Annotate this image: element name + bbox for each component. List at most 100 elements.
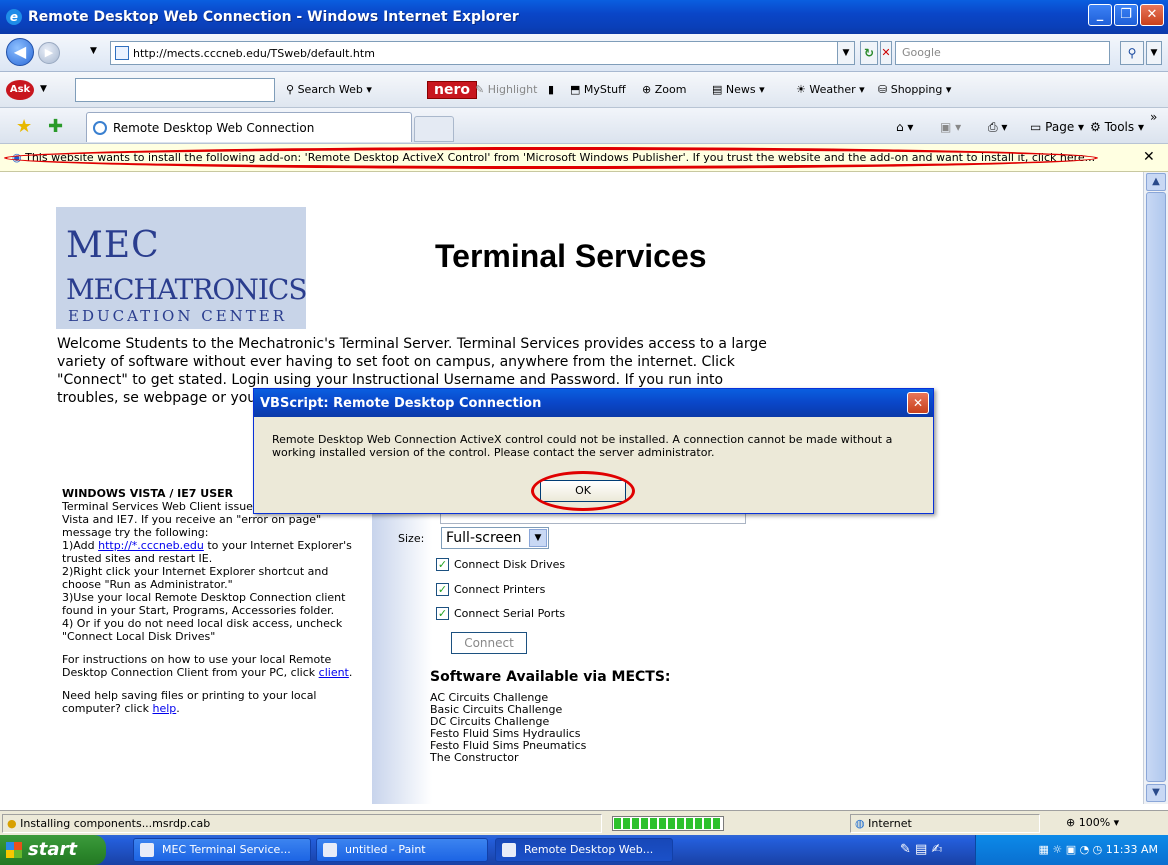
dialog-title[interactable]: VBScript: Remote Desktop Connection: [254, 389, 933, 417]
clock[interactable]: 11:33 AM: [1106, 843, 1158, 856]
task-mec-terminal[interactable]: MEC Terminal Service...: [133, 838, 311, 862]
size-value: Full-screen: [446, 530, 522, 546]
task-paint[interactable]: untitled - Paint: [316, 838, 488, 862]
check-icon: ✓: [436, 558, 449, 571]
connect-button[interactable]: Connect: [451, 632, 527, 654]
logo-edu-text: EDUCATION CENTER: [68, 307, 288, 325]
status-bar: ● Installing components...msrdp.cab ◍ In…: [0, 810, 1168, 835]
scroll-thumb[interactable]: [1146, 192, 1166, 782]
refresh-button[interactable]: ↻: [860, 41, 878, 65]
cb-printers-label: Connect Printers: [454, 583, 546, 596]
status-text: Installing components...msrdp.cab: [20, 817, 211, 830]
progress-fill: [614, 818, 722, 829]
task-remote-desktop[interactable]: Remote Desktop Web...: [495, 838, 673, 862]
ie-logo-icon: e: [6, 9, 22, 25]
forward-button[interactable]: ▶: [38, 42, 60, 64]
page-menu-label: Page: [1045, 120, 1075, 134]
task-label: untitled - Paint: [345, 843, 426, 856]
feeds-icon[interactable]: ▣ ▾: [940, 120, 961, 134]
system-tray: ▦ ☼ ▣ ◔ ◷ 11:33 AM: [975, 835, 1168, 865]
ask-search-input[interactable]: [75, 78, 275, 102]
chevron-more-icon[interactable]: »: [1150, 110, 1157, 124]
tools-menu[interactable]: ⚙ Tools ▾: [1090, 120, 1144, 134]
trusted-site-link[interactable]: http://*.cccneb.edu: [98, 539, 204, 552]
search-web-button[interactable]: ⚲ Search Web ▾: [286, 83, 372, 96]
tab-label: Remote Desktop Web Connection: [113, 120, 315, 135]
quicklaunch-icons[interactable]: ✎ ▤ ✍: [900, 842, 942, 857]
paint-icon: [323, 843, 337, 857]
help-end: .: [176, 702, 180, 715]
mystuff-button[interactable]: ⬒ MyStuff: [570, 83, 626, 96]
logo-mec-text: MEC: [66, 225, 160, 266]
ask-toolbar: Ask ▼ ⚲ Search Web ▾ nero ✎ Highlight ▮ …: [0, 72, 1168, 108]
highlight-label: Highlight: [487, 83, 538, 96]
back-button[interactable]: ◀: [6, 38, 34, 66]
close-button[interactable]: ✕: [1140, 4, 1164, 26]
maximize-button[interactable]: ❐: [1114, 4, 1138, 26]
page-icon: [115, 46, 129, 60]
zoom-level[interactable]: ⊕ 100% ▾: [1062, 814, 1162, 833]
software-list: AC Circuits Challenge Basic Circuits Cha…: [430, 692, 586, 764]
favorites-star-icon[interactable]: ★: [16, 116, 32, 137]
loading-icon: [93, 120, 107, 135]
ask-logo-icon[interactable]: Ask: [6, 80, 34, 100]
search-button[interactable]: ⚲: [1120, 41, 1144, 65]
help-link[interactable]: help: [152, 702, 176, 715]
tools-menu-label: Tools: [1104, 120, 1135, 134]
url-input[interactable]: http://mects.cccneb.edu/TSweb/default.ht…: [110, 41, 855, 65]
history-dropdown-icon[interactable]: ▼: [90, 46, 97, 56]
zoom-label: Zoom: [654, 83, 687, 96]
news-button[interactable]: ▤ News ▾: [712, 83, 765, 96]
information-bar[interactable]: ◉ This website wants to install the foll…: [0, 144, 1168, 172]
vertical-scrollbar[interactable]: ▲ ▼: [1143, 172, 1168, 804]
search-options-button[interactable]: ▼: [1146, 41, 1162, 65]
tab-remote-desktop[interactable]: Remote Desktop Web Connection: [86, 112, 412, 142]
nero-button[interactable]: nero: [427, 81, 477, 99]
home-icon[interactable]: ⌂ ▾: [896, 120, 913, 134]
instructions-text: For instructions on how to use your loca…: [62, 653, 332, 679]
ask-dropdown-icon[interactable]: ▼: [40, 84, 47, 94]
page-menu[interactable]: ▭ Page ▾: [1030, 120, 1084, 134]
step3-text: 3)Use your local Remote Desktop Connecti…: [62, 591, 346, 617]
search-input[interactable]: Google: [895, 41, 1110, 65]
shopping-button[interactable]: ⛁ Shopping ▾: [878, 83, 951, 96]
client-link[interactable]: client: [319, 666, 349, 679]
dialog-message: Remote Desktop Web Connection ActiveX co…: [272, 433, 893, 459]
zone-cell[interactable]: ◍ Internet: [850, 814, 1040, 833]
weather-button[interactable]: ☀ Weather ▾: [796, 83, 865, 96]
start-button[interactable]: start: [0, 835, 106, 865]
add-favorites-icon[interactable]: ✚: [48, 116, 63, 137]
list-item: The Constructor: [430, 751, 519, 764]
scroll-up-icon[interactable]: ▲: [1146, 173, 1166, 191]
url-dropdown-button[interactable]: ▼: [837, 41, 855, 65]
window-titlebar[interactable]: e Remote Desktop Web Connection - Window…: [0, 0, 1168, 34]
news-label: News: [725, 83, 756, 96]
connect-serial-ports-checkbox[interactable]: ✓ Connect Serial Ports: [436, 607, 565, 620]
vista-help-column: WINDOWS VISTA / IE7 USER Terminal Service…: [62, 487, 362, 725]
new-tab-button[interactable]: [414, 116, 454, 142]
size-label: Size:: [398, 532, 425, 545]
window-icon: [140, 843, 154, 857]
tray-icons[interactable]: ▦ ☼ ▣ ◔ ◷: [1038, 843, 1105, 856]
highlight-button[interactable]: ✎ Highlight: [475, 83, 537, 96]
step2-text: 2)Right click your Internet Explorer sho…: [62, 565, 329, 591]
logo-mech-text: MECHATRONICS: [66, 273, 308, 306]
step1-text: 1)Add: [62, 539, 99, 552]
stop-button[interactable]: ✕: [880, 41, 892, 65]
bookmark-icon[interactable]: ▮: [548, 83, 554, 96]
zone-text: Internet: [868, 817, 912, 830]
page-title: Terminal Services: [435, 238, 707, 274]
minimize-button[interactable]: _: [1088, 4, 1112, 26]
task-label: MEC Terminal Service...: [162, 843, 291, 856]
connect-printers-checkbox[interactable]: ✓ Connect Printers: [436, 583, 545, 596]
size-select[interactable]: Full-screen ▼: [441, 527, 549, 549]
start-label: start: [28, 839, 77, 860]
connect-disk-drives-checkbox[interactable]: ✓ Connect Disk Drives: [436, 558, 565, 571]
scroll-down-icon[interactable]: ▼: [1146, 784, 1166, 802]
print-icon[interactable]: ⎙ ▾: [988, 120, 1007, 135]
globe-icon: ◍: [855, 817, 865, 830]
red-annotation-oval: [531, 471, 635, 511]
infobar-close-icon[interactable]: ✕: [1143, 149, 1155, 165]
zoom-button[interactable]: ⊕ Zoom: [642, 83, 686, 96]
dialog-close-button[interactable]: ✕: [907, 392, 929, 414]
